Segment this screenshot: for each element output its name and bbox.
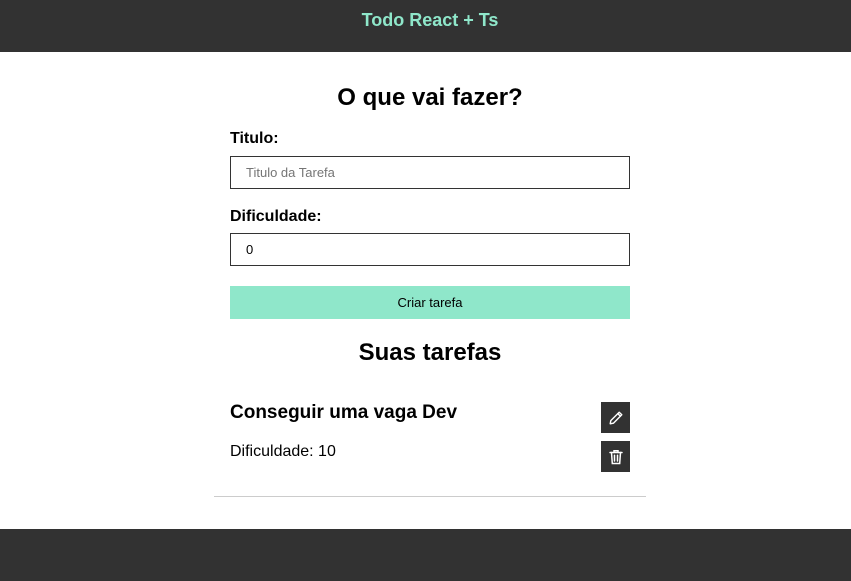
app-footer <box>0 529 851 581</box>
task-list-title: Suas tarefas <box>358 339 502 366</box>
app-title: Todo React + Ts <box>361 10 499 30</box>
difficulty-input[interactable] <box>230 233 630 266</box>
create-task-button[interactable]: Criar tarefa <box>230 286 630 319</box>
task-difficulty: Dificuldade: 10 <box>230 443 336 460</box>
difficulty-field-label: Dificuldade: <box>230 208 322 225</box>
edit-task-button[interactable] <box>601 402 630 433</box>
delete-task-button[interactable] <box>601 441 630 472</box>
task-item: Conseguir uma vaga Dev Dificuldade: 10 <box>214 380 646 497</box>
form-title: O que vai fazer? <box>337 84 523 111</box>
title-field-label: Titulo: <box>230 130 279 147</box>
app-header: Todo React + Ts <box>0 0 851 52</box>
task-title-input[interactable] <box>230 156 630 189</box>
task-title: Conseguir uma vaga Dev <box>230 402 458 423</box>
pencil-icon <box>608 410 624 426</box>
trash-icon <box>608 449 623 465</box>
